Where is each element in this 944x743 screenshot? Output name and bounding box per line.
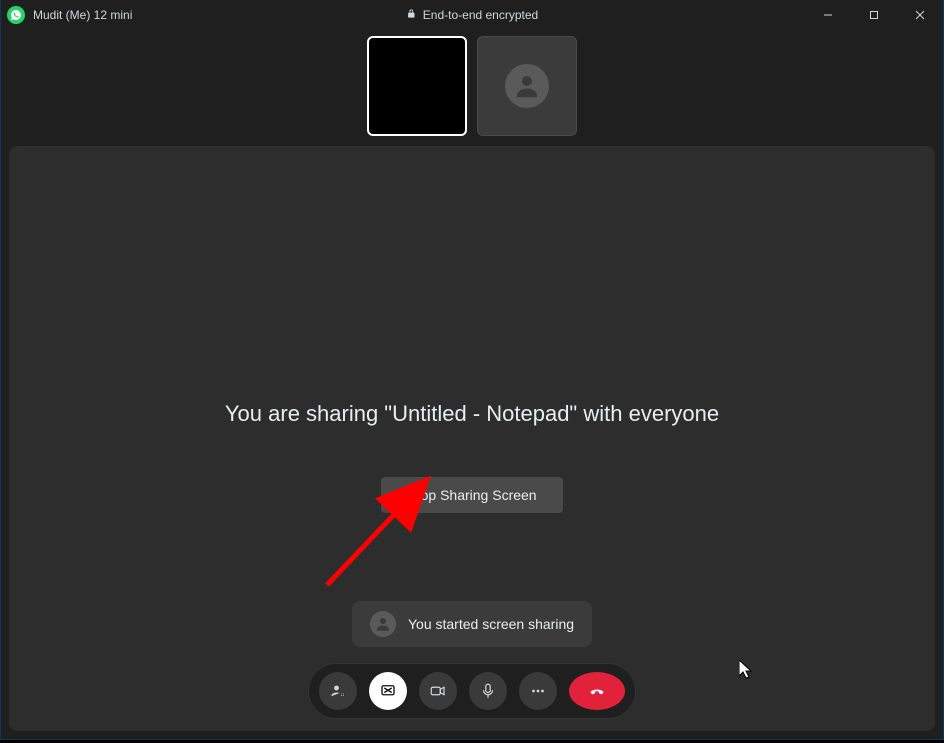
maximize-button[interactable] (851, 0, 897, 30)
stop-sharing-button[interactable]: Stop Sharing Screen (381, 477, 562, 513)
titlebar: Mudit (Me) 12 mini End-to-end encrypted (1, 0, 943, 30)
video-button[interactable] (419, 672, 457, 710)
self-thumbnail[interactable] (367, 36, 467, 136)
whatsapp-call-window: Mudit (Me) 12 mini End-to-end encrypted (0, 0, 944, 740)
screen-share-button[interactable] (369, 672, 407, 710)
peer-thumbnail[interactable] (477, 36, 577, 136)
minimize-button[interactable] (805, 0, 851, 30)
participant-thumbnails (1, 30, 943, 146)
add-participant-button[interactable] (319, 672, 357, 710)
encryption-label: End-to-end encrypted (423, 8, 538, 22)
avatar-icon (370, 611, 396, 637)
close-button[interactable] (897, 0, 943, 30)
lock-icon (406, 8, 417, 22)
main-call-panel: You are sharing "Untitled - Notepad" wit… (9, 146, 935, 731)
call-controls (308, 663, 636, 719)
encryption-indicator: End-to-end encrypted (406, 8, 538, 22)
end-call-button[interactable] (569, 672, 625, 710)
whatsapp-logo-icon (7, 6, 25, 24)
avatar-icon (505, 64, 549, 108)
microphone-button[interactable] (469, 672, 507, 710)
sharing-message: You are sharing "Untitled - Notepad" wit… (225, 401, 719, 427)
status-text: You started screen sharing (408, 616, 574, 632)
screen-share-status: You started screen sharing (352, 601, 592, 647)
caller-name: Mudit (Me) 12 mini (33, 8, 132, 22)
window-controls (805, 0, 943, 30)
more-options-button[interactable] (519, 672, 557, 710)
